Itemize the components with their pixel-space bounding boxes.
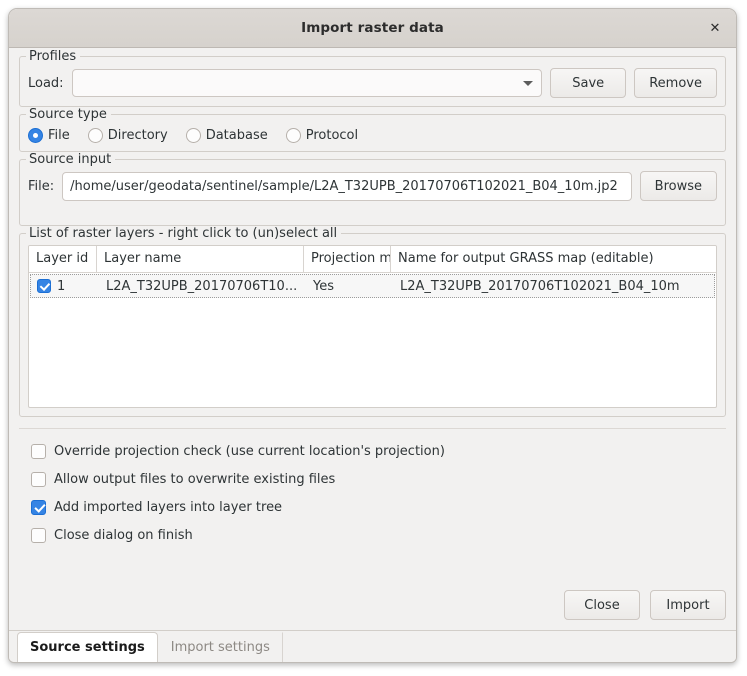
- source-input-row: File: /home/user/geodata/sentinel/sample…: [28, 171, 717, 201]
- options-area: Override projection check (use current l…: [19, 428, 726, 549]
- layer-id-value: 1: [57, 278, 66, 294]
- checkbox-add-layers-to-tree[interactable]: Add imported layers into layer tree: [31, 493, 726, 521]
- radio-label-directory: Directory: [107, 128, 168, 143]
- radio-source-type-database[interactable]: Database: [185, 128, 268, 143]
- radio-indicator-protocol: [285, 128, 301, 143]
- cell-output-name[interactable]: L2A_T32UPB_20170706T102021_B04_10m: [393, 275, 714, 297]
- checkbox-indicator-allow-overwrite: [31, 471, 46, 487]
- raster-layers-group-title: List of raster layers - right click to (…: [26, 226, 342, 241]
- source-type-group-title: Source type: [26, 107, 111, 122]
- cell-layer-name: L2A_T32UPB_20170706T10...: [106, 278, 298, 294]
- table-row[interactable]: 1 L2A_T32UPB_20170706T10... Yes L2A_T32U…: [30, 274, 715, 298]
- profiles-row: Load: Save Remove: [28, 68, 717, 98]
- checkbox-indicator-close-dialog: [31, 527, 46, 543]
- radio-indicator-database: [185, 128, 201, 143]
- checkbox-allow-overwrite[interactable]: Allow output files to overwrite existing…: [31, 465, 726, 493]
- checkbox-override-projection-check[interactable]: Override projection check (use current l…: [31, 437, 726, 465]
- source-input-group-title: Source input: [26, 152, 116, 167]
- dialog-title: Import raster data: [301, 20, 444, 36]
- close-icon[interactable]: ✕: [704, 17, 726, 39]
- radio-label-database: Database: [205, 128, 268, 143]
- cell-projection-match: Yes: [313, 278, 334, 294]
- radio-label-file: File: [48, 128, 70, 143]
- radio-indicator-directory: [87, 128, 103, 143]
- checkbox-label-override-projection: Override projection check (use current l…: [54, 443, 445, 459]
- save-profile-button[interactable]: Save: [550, 68, 627, 98]
- profiles-group: Profiles Load: Save Remove: [19, 49, 726, 107]
- table-header: Layer id Layer name Projection m Name fo…: [29, 246, 716, 273]
- raster-layers-list[interactable]: Layer id Layer name Projection m Name fo…: [28, 245, 717, 408]
- file-label: File:: [28, 178, 55, 194]
- checkbox-indicator-add-layers-to-tree: [31, 499, 46, 515]
- checkbox-label-close-dialog: Close dialog on finish: [54, 527, 193, 543]
- radio-label-protocol: Protocol: [305, 128, 359, 143]
- column-header-projection[interactable]: Projection m: [304, 246, 391, 272]
- radio-source-type-directory[interactable]: Directory: [87, 128, 168, 143]
- remove-profile-button[interactable]: Remove: [634, 68, 717, 98]
- radio-source-type-protocol[interactable]: Protocol: [285, 128, 359, 143]
- column-header-layer-name[interactable]: Layer name: [97, 246, 304, 272]
- tab-source-settings[interactable]: Source settings: [17, 632, 158, 662]
- options-checkbox-list: Override projection check (use current l…: [19, 433, 726, 549]
- action-bar: Close Import: [19, 582, 726, 630]
- source-input-group: Source input File: /home/user/geodata/se…: [19, 152, 726, 226]
- column-header-output-name[interactable]: Name for output GRASS map (editable): [391, 246, 716, 272]
- chevron-down-icon: [523, 80, 534, 86]
- radio-indicator-file: [28, 128, 43, 143]
- column-header-layer-id[interactable]: Layer id: [29, 246, 97, 272]
- raster-layers-group: List of raster layers - right click to (…: [19, 226, 726, 417]
- close-button[interactable]: Close: [564, 590, 640, 620]
- dialog-body: Profiles Load: Save Remove Source type F…: [9, 48, 736, 630]
- cell-layer-id: 1: [31, 275, 99, 297]
- tab-import-settings[interactable]: Import settings: [158, 632, 283, 662]
- row-select-checkbox[interactable]: [37, 279, 51, 293]
- checkbox-close-dialog-on-finish[interactable]: Close dialog on finish: [31, 521, 726, 549]
- checkbox-label-add-layers-to-tree: Add imported layers into layer tree: [54, 499, 283, 515]
- file-path-input[interactable]: /home/user/geodata/sentinel/sample/L2A_T…: [62, 171, 632, 201]
- browse-button[interactable]: Browse: [639, 171, 717, 201]
- checkbox-indicator-override-projection: [31, 443, 46, 459]
- titlebar: Import raster data ✕: [9, 9, 736, 48]
- profiles-group-title: Profiles: [26, 49, 81, 64]
- profile-combo[interactable]: [71, 69, 543, 97]
- load-label: Load:: [28, 75, 64, 91]
- checkbox-label-allow-overwrite: Allow output files to overwrite existing…: [54, 471, 336, 487]
- import-button[interactable]: Import: [650, 590, 726, 620]
- import-raster-data-dialog: Import raster data ✕ Profiles Load: Save…: [8, 8, 737, 663]
- radio-source-type-file[interactable]: File: [28, 128, 70, 143]
- source-type-radio-row: File Directory Database Protocol: [28, 126, 717, 143]
- source-type-group: Source type File Directory Database Prot…: [19, 107, 726, 152]
- tabbar: Source settings Import settings: [9, 630, 736, 662]
